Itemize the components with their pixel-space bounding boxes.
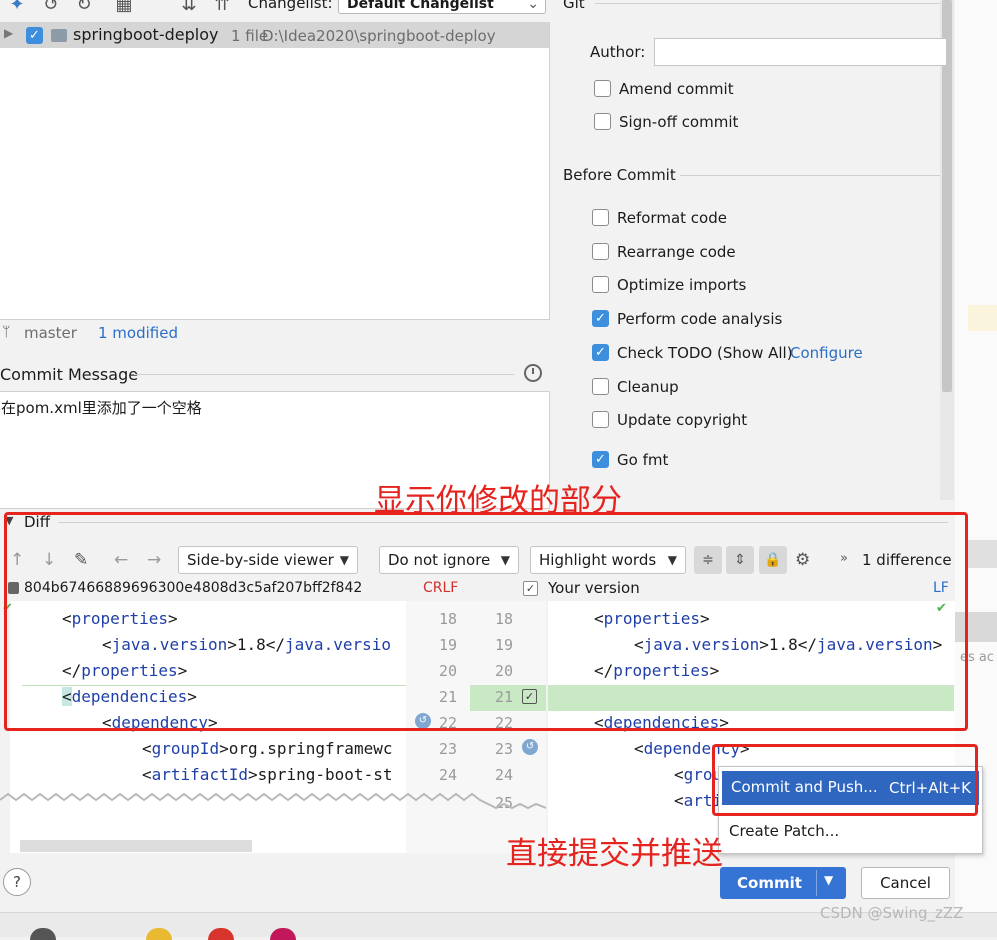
commit-button[interactable]: Commit ▼ xyxy=(720,867,846,899)
reformat-code-checkbox[interactable] xyxy=(592,209,609,226)
cleanup-label[interactable]: Cleanup xyxy=(617,378,679,396)
expand-all-icon[interactable]: ⇊ xyxy=(178,0,200,15)
right-line-number: 23 xyxy=(495,740,514,758)
code-analysis-checkbox[interactable]: ✓ xyxy=(592,310,609,327)
check-todo-checkbox[interactable]: ✓ xyxy=(592,344,609,361)
amend-commit-checkbox[interactable] xyxy=(594,80,611,97)
configure-link[interactable]: Configure xyxy=(790,344,863,362)
module-name: springboot-deploy xyxy=(73,25,219,44)
background-highlight xyxy=(968,305,997,331)
author-input[interactable] xyxy=(654,38,947,66)
move-icon[interactable]: ✦ xyxy=(6,0,28,15)
changelist-select[interactable]: Default Changelist ⌄ xyxy=(338,0,546,14)
folder-icon xyxy=(51,29,67,42)
right-line-number: 24 xyxy=(495,766,514,784)
annotation-box-diff xyxy=(4,512,968,731)
annotation-box-push xyxy=(712,744,978,816)
commit-button-label: Commit xyxy=(737,874,802,892)
reformat-code-label[interactable]: Reformat code xyxy=(617,209,727,227)
commit-message-text: 在pom.xml里添加了一个空格 xyxy=(1,399,202,417)
chevron-down-icon: ⌄ xyxy=(527,0,539,12)
watermark: CSDN @Swing_zZZ xyxy=(820,904,964,922)
branch-icon: ᛘ xyxy=(2,324,11,340)
amend-commit-label[interactable]: Amend commit xyxy=(619,80,734,98)
gutter-marker-icon[interactable]: ↺ xyxy=(522,739,538,755)
modified-link[interactable]: 1 modified xyxy=(98,324,178,342)
code-line: <groupId>org.springframewc xyxy=(142,739,393,758)
go-fmt-label[interactable]: Go fmt xyxy=(617,451,668,469)
branch-name[interactable]: master xyxy=(24,324,77,342)
refresh-icon[interactable]: ↻ xyxy=(73,0,95,15)
collapsed-lines-divider xyxy=(0,792,546,810)
changelist-value: Default Changelist xyxy=(347,0,494,12)
cleanup-checkbox[interactable] xyxy=(592,378,609,395)
help-button[interactable]: ? xyxy=(3,868,31,896)
options-panel xyxy=(550,0,955,510)
author-label: Author: xyxy=(590,43,646,61)
update-copyright-label[interactable]: Update copyright xyxy=(617,411,747,429)
create-patch-item[interactable]: Create Patch... xyxy=(729,822,839,840)
expand-arrow-icon[interactable]: ▶ xyxy=(4,26,13,40)
dropdown-arrow-icon[interactable]: ▼ xyxy=(824,873,833,887)
collapse-all-icon[interactable]: ⇈ xyxy=(211,0,233,15)
cancel-button[interactable]: Cancel xyxy=(861,867,950,899)
optimize-imports-label[interactable]: Optimize imports xyxy=(617,276,746,294)
left-horizontal-scrollbar[interactable] xyxy=(20,840,252,852)
changes-tree: ▶ ✓ springboot-deploy 1 file D:\Idea2020… xyxy=(0,22,550,320)
go-fmt-checkbox[interactable]: ✓ xyxy=(592,451,609,468)
git-section-title: Git xyxy=(563,0,585,12)
background-bar xyxy=(968,540,997,568)
before-commit-title: Before Commit xyxy=(563,166,676,184)
optimize-imports-checkbox[interactable] xyxy=(592,276,609,293)
module-checkbox[interactable]: ✓ xyxy=(26,27,43,44)
sign-off-checkbox[interactable] xyxy=(594,113,611,130)
history-icon[interactable] xyxy=(524,364,542,382)
commit-message-label: Commit Message xyxy=(0,365,139,384)
undo-icon[interactable]: ↺ xyxy=(40,0,62,15)
sign-off-label[interactable]: Sign-off commit xyxy=(619,113,738,131)
tree-row-module[interactable]: ▶ ✓ springboot-deploy 1 file D:\Idea2020… xyxy=(0,22,549,48)
separator xyxy=(134,374,514,375)
rearrange-code-label[interactable]: Rearrange code xyxy=(617,243,736,261)
divider xyxy=(816,870,817,896)
code-analysis-label[interactable]: Perform code analysis xyxy=(617,310,782,328)
annotation-push-note: 直接提交并推送 xyxy=(506,836,723,872)
changelist-label: Changelist: xyxy=(248,0,333,12)
rearrange-code-checkbox[interactable] xyxy=(592,243,609,260)
annotation-diff-note: 显示你修改的部分 xyxy=(374,483,622,519)
check-todo-label[interactable]: Check TODO (Show All) xyxy=(617,344,793,362)
separator xyxy=(680,175,940,176)
update-copyright-checkbox[interactable] xyxy=(592,411,609,428)
module-path: D:\Idea2020\springboot-deploy xyxy=(262,27,496,45)
separator xyxy=(595,3,940,4)
group-by-icon[interactable]: ▦ xyxy=(113,0,135,15)
code-line: <artifactId>spring-boot-st xyxy=(142,765,393,784)
